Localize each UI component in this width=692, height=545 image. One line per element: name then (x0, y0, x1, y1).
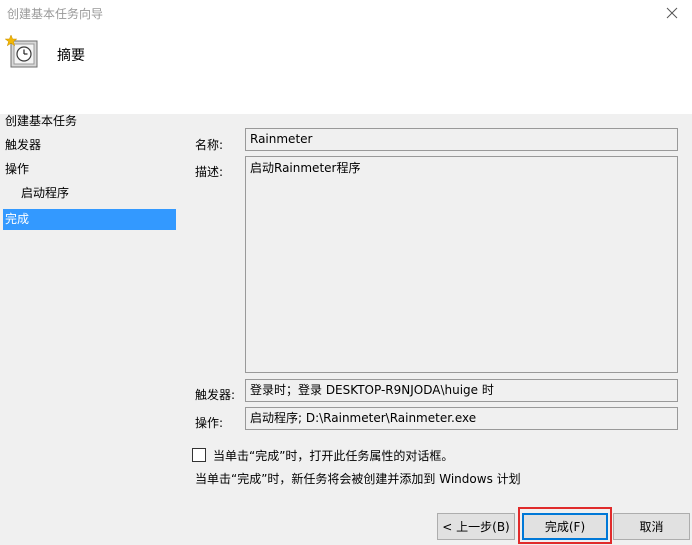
name-field[interactable]: Rainmeter (245, 128, 678, 151)
open-properties-option[interactable]: 当单击“完成”时，打开此任务属性的对话框。 (192, 447, 453, 463)
close-icon (666, 7, 678, 19)
name-label: 名称: (195, 138, 224, 152)
nav-item-action[interactable]: 操作 (3, 159, 176, 180)
open-properties-label: 当单击“完成”时，打开此任务属性的对话框。 (213, 448, 454, 463)
scheduled-task-clock-icon (5, 35, 38, 68)
trigger-label: 触发器: (195, 388, 236, 402)
nav-item-finish[interactable]: 完成 (3, 209, 176, 230)
nav-item-start-program[interactable]: 启动程序 (3, 183, 176, 204)
cancel-button[interactable]: 取消 (613, 513, 690, 540)
finish-button[interactable]: 完成(F) (522, 513, 608, 540)
action-label: 操作: (195, 416, 224, 430)
title-bar: 创建基本任务向导 (0, 0, 692, 26)
window-title: 创建基本任务向导 (7, 7, 104, 21)
nav-item-trigger[interactable]: 触发器 (3, 135, 176, 156)
description-field[interactable]: 启动Rainmeter程序 (245, 156, 678, 373)
trigger-field[interactable]: 登录时；登录 DESKTOP-R9NJODA\huige 时 (245, 379, 678, 402)
open-properties-checkbox[interactable] (192, 448, 206, 462)
nav-item-create-basic-task[interactable]: 创建基本任务 (3, 111, 176, 132)
finish-note: 当单击“完成”时，新任务将会被创建并添加到 Windows 计划 (195, 472, 521, 486)
action-field[interactable]: 启动程序; D:\Rainmeter\Rainmeter.exe (245, 407, 678, 430)
back-button[interactable]: < 上一步(B) (437, 513, 515, 540)
close-button[interactable] (652, 0, 692, 26)
task-wizard-window: 创建基本任务向导 摘要 创建基本任务 触发器 操作 启动程序 完成 名称: Ra… (0, 0, 692, 545)
description-label: 描述: (195, 165, 224, 179)
page-title: 摘要 (57, 48, 85, 64)
wizard-header: 摘要 (0, 26, 692, 114)
